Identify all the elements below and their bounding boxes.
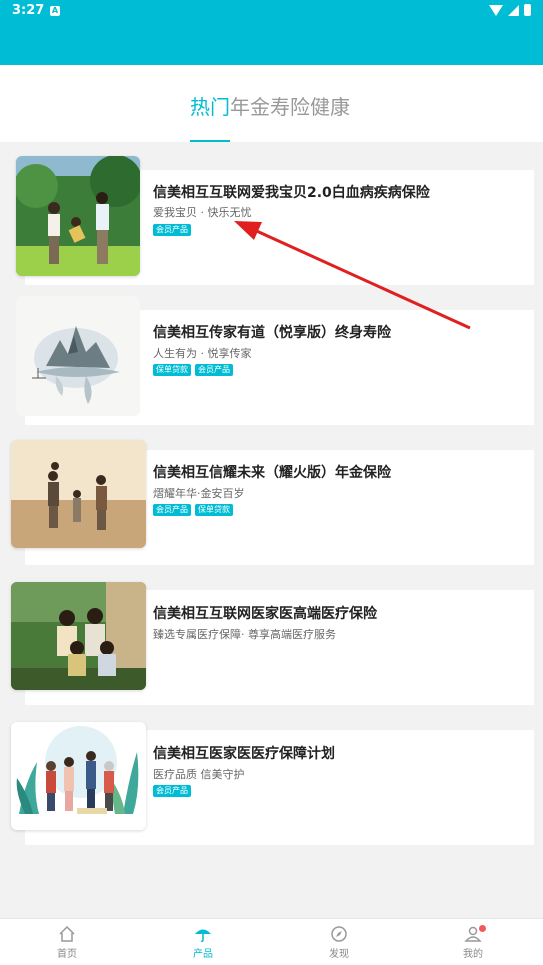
nav-label: 产品 [193, 949, 213, 960]
product-tags: 会员产品 [153, 224, 191, 236]
system-icons [489, 4, 531, 16]
product-tags: 会员产品 [153, 785, 191, 797]
wifi-icon [489, 4, 503, 16]
family-portrait-photo-icon [11, 582, 146, 690]
product-subtitle: 爱我宝贝 · 快乐无忧 [153, 206, 252, 219]
bottom-nav: 首页 产品 发现 我的 [0, 918, 543, 965]
tab-life[interactable]: 寿险 [270, 95, 310, 119]
tab-annuity[interactable]: 年金 [230, 95, 270, 119]
home-icon [59, 925, 75, 942]
ink-landscape-painting-icon [16, 296, 140, 416]
tab-health[interactable]: 健康 [310, 95, 350, 119]
active-tab-indicator [190, 140, 230, 142]
product-title: 信美相互信耀未来（耀火版）年金保险 [153, 465, 391, 481]
notification-a-icon: A [50, 6, 60, 16]
family-illustration-icon [11, 722, 146, 830]
nav-products[interactable]: 产品 [163, 925, 243, 960]
product-tags: 会员产品 保单贷款 [153, 504, 233, 516]
tab-hot[interactable]: 热门 [190, 95, 230, 119]
status-time: 3:27 [12, 3, 45, 18]
nav-discover[interactable]: 发现 [299, 925, 379, 960]
signal-icon [508, 4, 519, 16]
product-subtitle: 熠耀年华·金安百岁 [153, 487, 245, 500]
tag-policy-loan: 保单贷款 [195, 504, 233, 516]
nav-label: 发现 [329, 949, 349, 960]
family-beach-photo-icon [11, 440, 146, 548]
nav-label: 首页 [57, 949, 77, 960]
product-tags: 保单贷款 会员产品 [153, 364, 233, 376]
compass-icon [331, 926, 347, 942]
product-title: 信美相互互联网医家医高端医疗保险 [153, 606, 377, 622]
tag-member: 会员产品 [153, 504, 191, 516]
nav-label: 我的 [463, 949, 483, 960]
status-bar: 3:27 A [0, 0, 543, 65]
umbrella-icon [195, 929, 211, 943]
product-subtitle: 臻选专属医疗保障· 尊享高端医疗服务 [153, 628, 336, 641]
product-title: 信美相互医家医医疗保障计划 [153, 746, 335, 762]
product-subtitle: 医疗品质 信美守护 [153, 768, 245, 781]
notification-dot [479, 925, 486, 932]
product-title: 信美相互互联网爱我宝贝2.0白血病疾病保险 [153, 185, 430, 201]
battery-icon [524, 4, 531, 16]
nav-home[interactable]: 首页 [27, 925, 107, 960]
product-subtitle: 人生有为 · 悦享传家 [153, 347, 252, 360]
product-title: 信美相互传家有道（悦享版）终身寿险 [153, 325, 391, 341]
category-tabs: 热门年金寿险健康 [0, 65, 543, 142]
family-park-photo-icon [16, 156, 140, 276]
tag-policy-loan: 保单贷款 [153, 364, 191, 376]
tag-member: 会员产品 [195, 364, 233, 376]
tag-member: 会员产品 [153, 785, 191, 797]
tag-member: 会员产品 [153, 224, 191, 236]
nav-mine[interactable]: 我的 [433, 925, 513, 960]
